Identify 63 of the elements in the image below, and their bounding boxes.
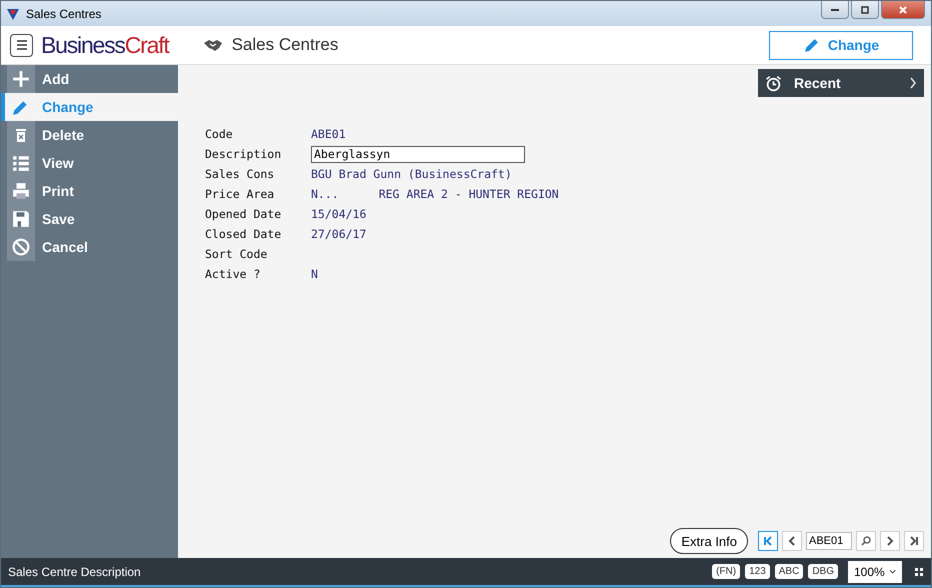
- first-icon: [763, 536, 773, 546]
- extra-info-button[interactable]: Extra Info: [670, 528, 748, 554]
- sidebar-item[interactable]: Change: [1, 93, 178, 121]
- status-indicator: 123: [745, 564, 770, 579]
- menu-icon: [16, 40, 28, 50]
- sidebar-item[interactable]: Add: [1, 65, 178, 93]
- cancel-icon: [12, 238, 30, 256]
- maximize-icon: [860, 4, 870, 14]
- field-label: Price Area: [205, 187, 276, 201]
- pencil-icon: [802, 36, 820, 54]
- recent-button[interactable]: Recent: [758, 69, 924, 97]
- app-logo-icon: [6, 6, 20, 20]
- field-value: REG AREA 2 - HUNTER REGION: [378, 187, 559, 201]
- last-record-button[interactable]: [904, 531, 924, 551]
- chevron-right-icon: [909, 77, 917, 89]
- chevron-left-icon: [787, 536, 797, 546]
- field-value: N...: [311, 187, 339, 201]
- last-icon: [909, 536, 919, 546]
- sidebar-item[interactable]: Cancel: [1, 233, 178, 261]
- field-value: 27/06/17: [311, 227, 366, 241]
- field-label: Sort Code: [205, 247, 268, 261]
- menu-button[interactable]: [10, 34, 33, 56]
- grid-icon: [915, 568, 923, 576]
- field-label: Closed Date: [205, 227, 282, 241]
- field-value: BGU Brad Gunn (BusinessCraft): [311, 167, 512, 181]
- minimize-icon: [831, 8, 839, 10]
- chevron-right-icon: [885, 536, 895, 546]
- field-label: Code: [205, 127, 234, 141]
- close-button[interactable]: [881, 1, 925, 19]
- status-indicator: (FN): [712, 564, 740, 579]
- search-button[interactable]: [856, 531, 876, 551]
- minimize-button[interactable]: [821, 1, 849, 19]
- list-icon: [12, 154, 30, 172]
- trash-icon: [13, 126, 29, 144]
- field-value: N: [311, 267, 318, 281]
- change-button[interactable]: Change: [769, 30, 913, 60]
- window-title: Sales Centres: [26, 6, 102, 20]
- sidebar-item[interactable]: Delete: [1, 121, 178, 149]
- handshake-icon: [202, 38, 223, 52]
- zoom-dropdown[interactable]: 100%: [848, 560, 902, 582]
- previous-record-button[interactable]: [782, 531, 802, 551]
- field-value: ABE01: [311, 127, 346, 141]
- record-field[interactable]: ABE01: [806, 532, 852, 550]
- caret-icon: [888, 568, 896, 574]
- brand-logo: BusinessCraft: [41, 32, 169, 58]
- field-value: 15/04/16: [311, 207, 366, 221]
- maximize-button[interactable]: [851, 1, 879, 19]
- next-record-button[interactable]: [880, 531, 900, 551]
- field-label: Opened Date: [205, 207, 282, 221]
- sidebar-item[interactable]: View: [1, 149, 178, 177]
- page-title: Sales Centres: [232, 35, 338, 55]
- plus-icon: [12, 70, 30, 88]
- description-field[interactable]: Aberglassyn: [311, 146, 525, 162]
- search-icon: [861, 536, 871, 546]
- alarm-clock-icon: [765, 74, 782, 92]
- status-indicator: ABC: [774, 564, 804, 579]
- field-label: Active ?: [205, 267, 262, 281]
- close-icon: [898, 4, 908, 14]
- field-label: Description: [205, 147, 282, 161]
- field-label: Sales Cons: [205, 167, 276, 181]
- status-indicator: DBG: [808, 564, 838, 579]
- first-record-button[interactable]: [758, 531, 778, 551]
- status-message: Sales Centre Description: [8, 564, 141, 578]
